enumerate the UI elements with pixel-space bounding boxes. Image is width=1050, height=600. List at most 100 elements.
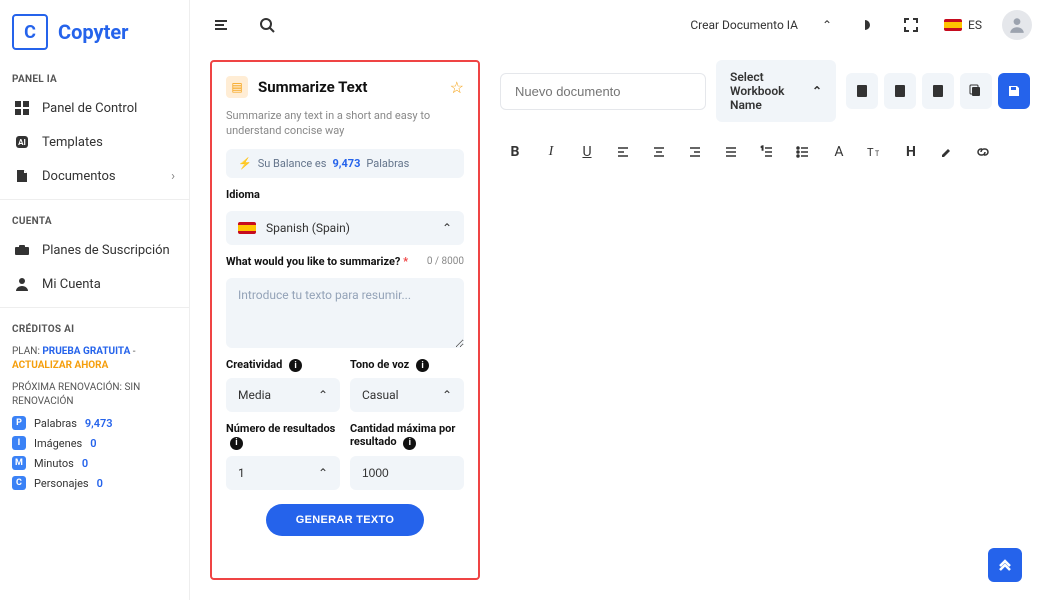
- align-left-button[interactable]: [612, 141, 634, 163]
- tone-select[interactable]: Casual ⌃: [350, 378, 464, 412]
- sidebar-section-panel: PANEL IA: [0, 64, 189, 91]
- info-icon[interactable]: i: [230, 437, 243, 450]
- credits-words: P Palabras 9,473: [0, 413, 189, 433]
- plan-name: PRUEBA GRATUITA: [42, 346, 130, 357]
- heading-button[interactable]: H: [900, 141, 922, 163]
- brand-logo[interactable]: C Copyter: [0, 0, 189, 64]
- sidebar-item-account[interactable]: Mi Cuenta: [0, 267, 189, 301]
- ordered-list-button[interactable]: 1: [756, 141, 778, 163]
- summarize-label: What would you like to summarize? *: [226, 255, 408, 268]
- align-center-button[interactable]: [648, 141, 670, 163]
- upgrade-link[interactable]: ACTUALIZAR AHORA: [12, 360, 108, 371]
- editor-panel: Select Workbook Name ⌃ B I U: [500, 60, 1030, 580]
- favorite-toggle[interactable]: ☆: [450, 78, 464, 97]
- brand-name: Copyter: [58, 20, 128, 44]
- chevron-up-icon: ⌃: [318, 466, 328, 480]
- credits-minutes: M Minutos 0: [0, 453, 189, 473]
- highlight-button[interactable]: [936, 141, 958, 163]
- credits-characters: C Personajes 0: [0, 473, 189, 493]
- unordered-list-button[interactable]: [792, 141, 814, 163]
- workbook-select[interactable]: Select Workbook Name ⌃: [716, 60, 836, 122]
- fullscreen-toggle[interactable]: [898, 12, 924, 38]
- results-select[interactable]: 1 ⌃: [226, 456, 340, 490]
- sidebar-item-documents[interactable]: Documentos ›: [0, 159, 189, 193]
- copy-button[interactable]: [960, 73, 992, 109]
- template-form-panel: ▤ Summarize Text ☆ Summarize any text in…: [210, 60, 480, 580]
- underline-button[interactable]: U: [576, 141, 598, 163]
- language-selector[interactable]: ES: [944, 18, 982, 32]
- bold-button[interactable]: B: [504, 141, 526, 163]
- editor-toolbar: B I U 1 A TT H: [500, 132, 1030, 171]
- template-icon: ▤: [226, 76, 248, 98]
- font-family-button[interactable]: A: [828, 141, 850, 163]
- export-txt-button[interactable]: [922, 73, 954, 109]
- chevron-up-icon: ⌃: [442, 388, 452, 402]
- minutes-icon: M: [12, 456, 26, 470]
- language-label: Idioma: [226, 188, 464, 201]
- maxlen-input[interactable]: [350, 456, 464, 490]
- brand-mark: C: [12, 14, 48, 50]
- document-title-input[interactable]: [500, 73, 706, 110]
- user-avatar[interactable]: [1002, 10, 1032, 40]
- chevron-up-icon: ⌃: [822, 18, 832, 32]
- sidebar-section-account: CUENTA: [0, 206, 189, 233]
- tone-label: Tono de voz i: [350, 358, 464, 373]
- svg-text:1: 1: [761, 146, 764, 152]
- sidebar-item-label: Panel de Control: [42, 101, 137, 116]
- plans-icon: [14, 242, 30, 258]
- topbar: Crear Documento IA ⌃ ES: [190, 0, 1050, 50]
- font-size-button[interactable]: TT: [864, 141, 886, 163]
- sidebar-item-label: Planes de Suscripción: [42, 243, 170, 258]
- plan-line: PLAN: PRUEBA GRATUITA - ACTUALIZAR AHORA: [0, 341, 189, 377]
- dashboard-icon: [14, 100, 30, 116]
- bolt-icon: ⚡: [238, 157, 252, 170]
- save-button[interactable]: [998, 73, 1030, 109]
- sidebar-item-dashboard[interactable]: Panel de Control: [0, 91, 189, 125]
- chevron-up-icon: ⌃: [442, 221, 452, 235]
- link-button[interactable]: [972, 141, 994, 163]
- italic-button[interactable]: I: [540, 141, 562, 163]
- scroll-top-button[interactable]: [988, 548, 1022, 582]
- info-icon[interactable]: i: [403, 437, 416, 450]
- menu-toggle-button[interactable]: [208, 12, 234, 38]
- sidebar-item-label: Documentos: [42, 169, 116, 184]
- maxlen-label: Cantidad máxima por resultado i: [350, 422, 464, 450]
- words-icon: P: [12, 416, 26, 430]
- sidebar-item-label: Mi Cuenta: [42, 277, 101, 292]
- flag-es-icon: [944, 19, 962, 31]
- summarize-textarea[interactable]: [226, 278, 464, 348]
- template-title: Summarize Text: [258, 78, 440, 96]
- generate-button[interactable]: GENERAR TEXTO: [266, 504, 424, 536]
- svg-text:T: T: [875, 150, 880, 158]
- char-counter: 0 / 8000: [427, 256, 464, 267]
- results-label: Número de resultados i: [226, 422, 340, 450]
- chevron-up-icon: ⌃: [812, 84, 822, 98]
- svg-text:AI: AI: [18, 138, 26, 147]
- sidebar-item-templates[interactable]: AI Templates: [0, 125, 189, 159]
- search-button[interactable]: [254, 12, 280, 38]
- template-description: Summarize any text in a short and easy t…: [226, 108, 464, 139]
- info-icon[interactable]: i: [416, 359, 429, 372]
- align-right-button[interactable]: [684, 141, 706, 163]
- documents-icon: [14, 168, 30, 184]
- dark-mode-toggle[interactable]: [852, 12, 878, 38]
- export-word-button[interactable]: [846, 73, 878, 109]
- credits-images: I Imágenes 0: [0, 433, 189, 453]
- chevron-up-icon: ⌃: [318, 388, 328, 402]
- flag-es-icon: [238, 222, 256, 234]
- language-select[interactable]: Spanish (Spain) ⌃: [226, 211, 464, 245]
- sidebar-item-plans[interactable]: Planes de Suscripción: [0, 233, 189, 267]
- sidebar: C Copyter PANEL IA Panel de Control AI T…: [0, 0, 190, 600]
- export-pdf-button[interactable]: [884, 73, 916, 109]
- align-justify-button[interactable]: [720, 141, 742, 163]
- creativity-select[interactable]: Media ⌃: [226, 378, 340, 412]
- sidebar-section-credits: CRÉDITOS AI: [0, 314, 189, 341]
- create-doc-dropdown[interactable]: Crear Documento IA ⌃: [690, 18, 832, 32]
- images-icon: I: [12, 436, 26, 450]
- account-icon: [14, 276, 30, 292]
- info-icon[interactable]: i: [289, 359, 302, 372]
- renewal-line: PRÓXIMA RENOVACIÓN: SIN RENOVACIÓN: [0, 377, 189, 413]
- templates-icon: AI: [14, 134, 30, 150]
- balance-box: ⚡ Su Balance es 9,473 Palabras: [226, 149, 464, 178]
- chevron-right-icon: ›: [171, 169, 175, 184]
